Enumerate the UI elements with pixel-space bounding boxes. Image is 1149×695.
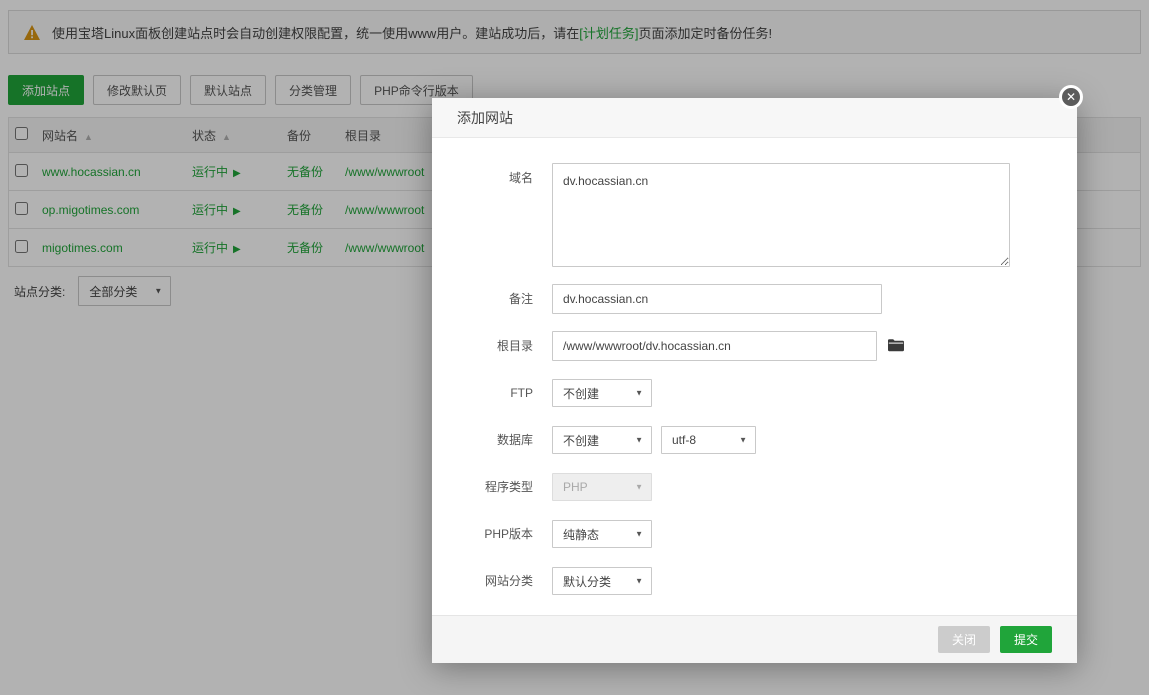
root-dir-input[interactable]: [552, 331, 877, 361]
chevron-down-icon: ▼: [635, 530, 643, 539]
submit-button[interactable]: 提交: [1000, 626, 1052, 653]
site-category-label: 网站分类: [432, 566, 533, 596]
close-icon[interactable]: ✕: [1059, 85, 1083, 109]
ftp-label: FTP: [432, 378, 533, 408]
modal-title: 添加网站: [432, 98, 1077, 138]
chevron-down-icon: ▼: [739, 436, 747, 445]
add-site-form: 域名 dv.hocassian.cn 备注 根目录 FTP 不创建 ▼: [432, 138, 1077, 615]
site-manager-page: 使用宝塔Linux面板创建站点时会自动创建权限配置，统一使用www用户。建站成功…: [0, 0, 1149, 695]
site-category-select[interactable]: 默认分类 ▼: [552, 567, 652, 595]
chevron-down-icon: ▼: [635, 389, 643, 398]
chevron-down-icon: ▼: [635, 436, 643, 445]
ftp-select[interactable]: 不创建 ▼: [552, 379, 652, 407]
database-select[interactable]: 不创建 ▼: [552, 426, 652, 454]
add-site-modal: ✕ 添加网站 域名 dv.hocassian.cn 备注 根目录 FTP: [432, 98, 1077, 663]
php-version-label: PHP版本: [432, 519, 533, 549]
remark-input[interactable]: [552, 284, 882, 314]
folder-icon[interactable]: [888, 338, 904, 352]
app-type-label: 程序类型: [432, 472, 533, 502]
php-version-select[interactable]: 纯静态 ▼: [552, 520, 652, 548]
modal-footer: 关闭 提交: [432, 615, 1077, 663]
chevron-down-icon: ▼: [635, 483, 643, 492]
charset-select[interactable]: utf-8 ▼: [661, 426, 756, 454]
close-button[interactable]: 关闭: [938, 626, 990, 653]
database-label: 数据库: [432, 425, 533, 455]
root-dir-label: 根目录: [432, 331, 533, 361]
domain-label: 域名: [432, 163, 533, 193]
domain-textarea[interactable]: dv.hocassian.cn: [552, 163, 1010, 267]
chevron-down-icon: ▼: [635, 577, 643, 586]
remark-label: 备注: [432, 284, 533, 314]
app-type-select: PHP ▼: [552, 473, 652, 501]
